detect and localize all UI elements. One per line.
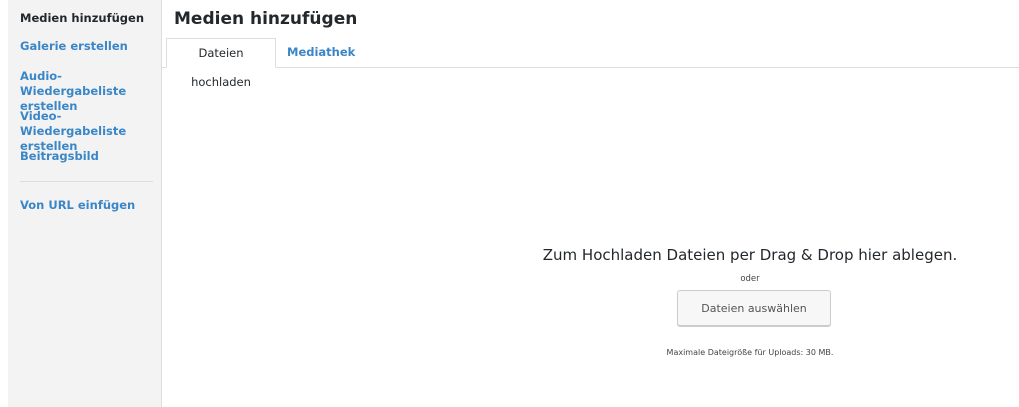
- tab-upload-files[interactable]: Dateien hochladen: [166, 38, 276, 89]
- sidebar-item-create-audio-playlist[interactable]: Audio-Wiedergabeliste erstellen: [20, 69, 150, 114]
- sidebar-item-create-video-playlist[interactable]: Video-Wiedergabeliste erstellen: [20, 109, 150, 154]
- drop-instructions: Zum Hochladen Dateien per Drag & Drop hi…: [542, 246, 958, 264]
- media-modal: Medien hinzufügen Galerie erstellen Audi…: [0, 0, 1019, 407]
- sidebar-item-create-gallery[interactable]: Galerie erstellen: [20, 39, 150, 54]
- sidebar-item-featured-image[interactable]: Beitragsbild: [20, 149, 150, 164]
- sidebar-separator: [20, 181, 153, 182]
- media-menu-sidebar: Medien hinzufügen Galerie erstellen Audi…: [8, 0, 162, 407]
- max-upload-size-text: Maximale Dateigröße für Uploads: 30 MB.: [666, 348, 834, 357]
- or-label: oder: [740, 274, 760, 284]
- page-title: Medien hinzufügen: [174, 9, 358, 29]
- tab-media-library[interactable]: Mediathek: [280, 38, 362, 68]
- select-files-button[interactable]: Dateien auswählen: [677, 290, 831, 326]
- sidebar-item-insert-from-url[interactable]: Von URL einfügen: [20, 198, 150, 213]
- sidebar-item-add-media[interactable]: Medien hinzufügen: [20, 11, 150, 26]
